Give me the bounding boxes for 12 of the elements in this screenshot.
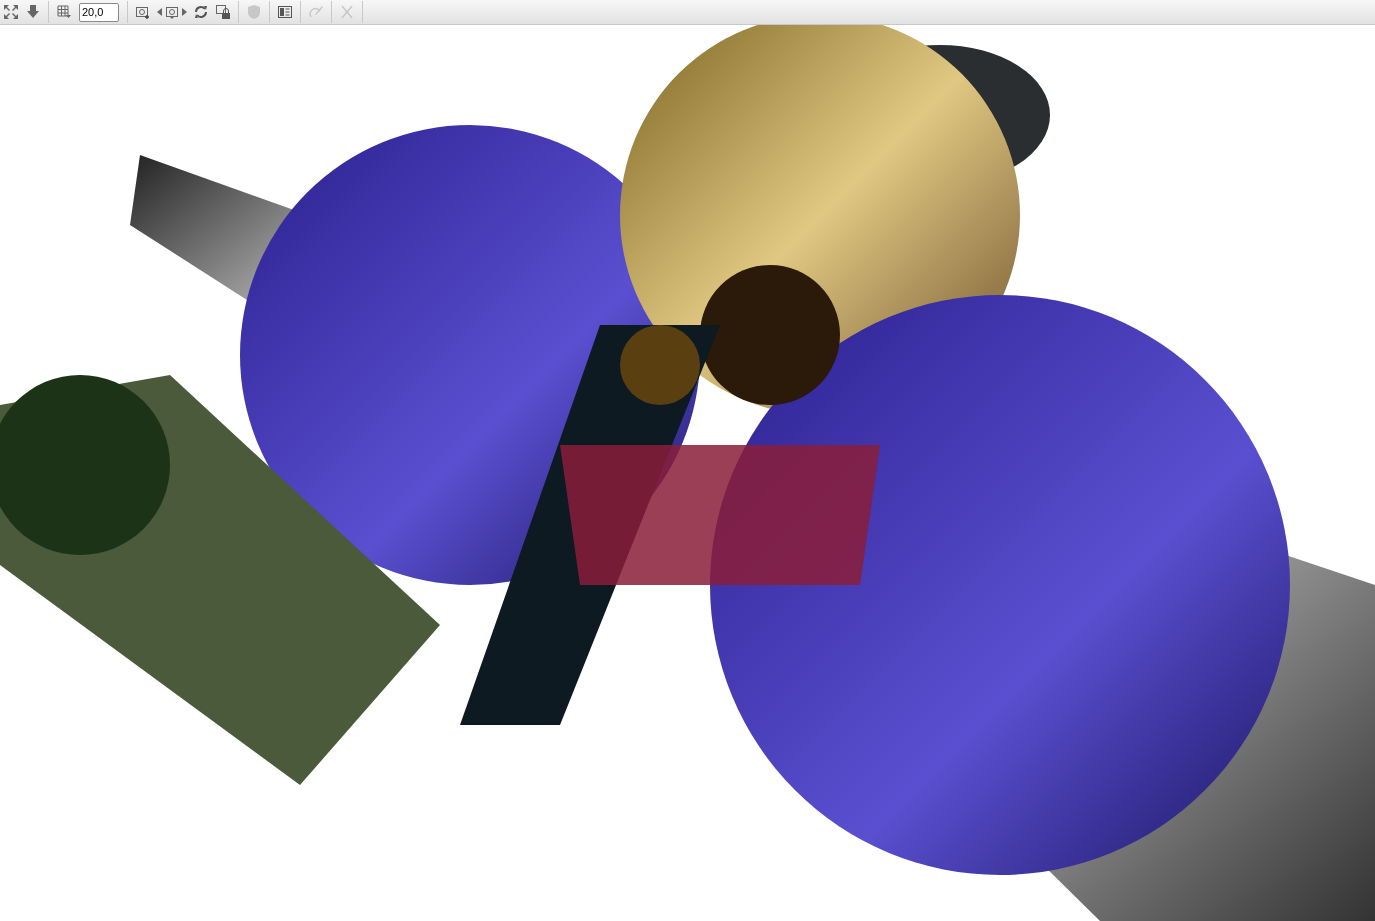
expand-icon	[3, 4, 19, 20]
camera-lock-icon	[215, 4, 231, 20]
down-arrow-icon	[25, 4, 41, 20]
grid-icon	[56, 4, 72, 20]
right-arrow-icon	[182, 8, 187, 16]
refresh-icon	[193, 4, 209, 20]
zoom-field[interactable]: 20,0	[79, 2, 119, 22]
left-arrow-icon	[157, 8, 162, 16]
panel-icon	[277, 4, 293, 20]
camera-icon	[164, 4, 180, 20]
shield-icon	[246, 4, 262, 20]
camera-plus-icon	[135, 4, 151, 20]
